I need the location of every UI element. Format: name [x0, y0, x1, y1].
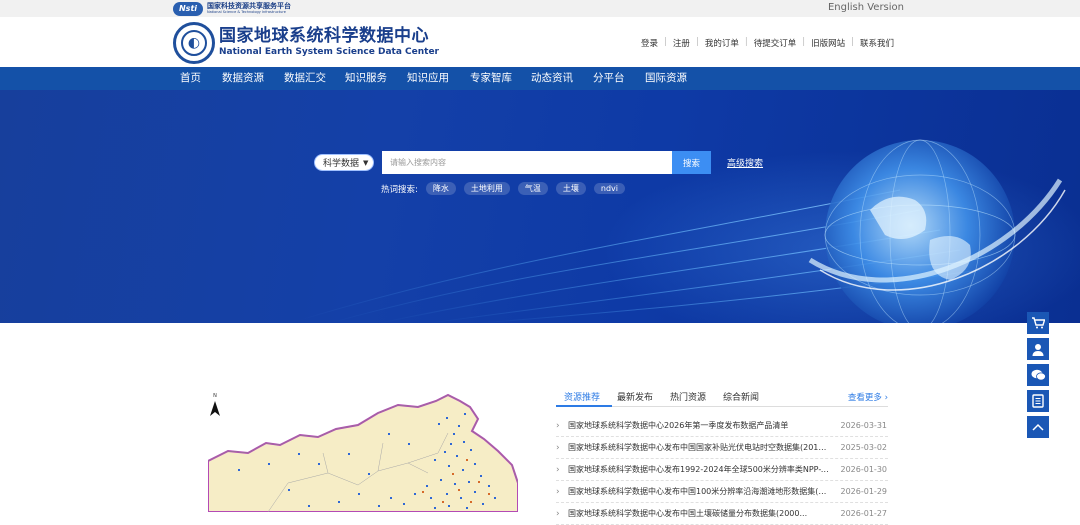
- nav-item-expert-pool[interactable]: 专家智库: [470, 67, 512, 90]
- resource-tabs: 资源推荐 最新发布 热门资源 综合新闻 查看更多 ›: [556, 387, 888, 407]
- nav-item-sub-platforms[interactable]: 分平台: [593, 67, 625, 90]
- site-title[interactable]: 国家地球系统科学数据中心 National Earth System Scien…: [219, 26, 439, 58]
- login-link[interactable]: 登录: [635, 37, 664, 49]
- news-title[interactable]: 国家地球系统科学数据中心发布中国国家补贴光伏电站时空数据集(2012-...: [568, 437, 830, 459]
- chevron-down-icon: ▼: [363, 158, 369, 167]
- advanced-search-link[interactable]: 高级搜索: [727, 156, 763, 169]
- site-title-en: National Earth System Science Data Cente…: [219, 47, 439, 57]
- chevron-right-icon: ›: [556, 465, 560, 475]
- view-more-link[interactable]: 查看更多 ›: [848, 391, 888, 403]
- back-to-top-icon[interactable]: [1027, 416, 1049, 438]
- logo-emblem: ◐: [181, 30, 207, 56]
- news-date: 2026-01-27: [840, 509, 888, 518]
- list-item[interactable]: › 国家地球系统科学数据中心发布中国国家补贴光伏电站时空数据集(2012-...…: [556, 437, 888, 459]
- header-links: 登录 | 注册 | 我的订单 | 待提交订单 | 旧版网站 | 联系我们: [635, 37, 900, 49]
- hot-term-soil[interactable]: 土壤: [555, 182, 586, 195]
- chevron-right-icon: ›: [556, 443, 560, 453]
- user-icon[interactable]: [1027, 338, 1049, 360]
- china-data-map[interactable]: [208, 393, 518, 512]
- nav-item-international[interactable]: 国际资源: [645, 67, 687, 90]
- tab-latest[interactable]: 最新发布: [617, 390, 653, 403]
- news-date: 2026-01-29: [840, 487, 888, 496]
- site-logo-icon[interactable]: ◐: [173, 22, 215, 64]
- news-date: 2026-01-30: [840, 465, 888, 474]
- news-date: 2025-03-02: [840, 443, 888, 452]
- nav-item-knowledge-service[interactable]: 知识服务: [345, 67, 387, 90]
- nav-item-data-submission[interactable]: 数据汇交: [284, 67, 326, 90]
- site-title-cn: 国家地球系统科学数据中心: [219, 26, 429, 46]
- search-category-select[interactable]: 科学数据 ▼: [314, 154, 374, 171]
- nav-item-news[interactable]: 动态资讯: [531, 67, 573, 90]
- chevron-right-icon: ›: [556, 487, 560, 497]
- search-button[interactable]: 搜索: [672, 151, 711, 174]
- news-list: › 国家地球系统科学数据中心2026年第一季度发布数据产品清单 2026-03-…: [556, 415, 888, 525]
- nav-item-home[interactable]: 首页: [180, 67, 201, 90]
- hot-term-temperature[interactable]: 气温: [517, 182, 548, 195]
- news-title[interactable]: 国家地球系统科学数据中心发布1992-2024年全球500米分辨率类NPP-VI…: [568, 459, 830, 481]
- tab-recommended[interactable]: 资源推荐: [564, 390, 600, 403]
- news-title[interactable]: 国家地球系统科学数据中心发布中国土壤碳储量分布数据集(2000...: [568, 503, 830, 525]
- platform-name-en: National Science & Technology Infrastruc…: [207, 9, 286, 14]
- floating-toolbar: [1027, 312, 1049, 442]
- nav-item-data-resources[interactable]: 数据资源: [222, 67, 264, 90]
- chevron-right-icon: ›: [556, 509, 560, 519]
- contact-us-link[interactable]: 联系我们: [854, 37, 900, 49]
- news-title[interactable]: 国家地球系统科学数据中心发布中国100米分辨率沿海潮滩地形数据集(20...: [568, 481, 830, 503]
- nsti-platform-logo[interactable]: Nsti 国家科技资源共享服务平台 National Science & Tec…: [173, 1, 291, 16]
- search-category-label: 科学数据: [323, 159, 360, 169]
- pending-orders-link[interactable]: 待提交订单: [748, 37, 803, 49]
- nav-item-knowledge-application[interactable]: 知识应用: [407, 67, 449, 90]
- nsti-logo-icon: Nsti: [173, 1, 203, 16]
- globe-illustration: [808, 139, 1066, 323]
- book-icon[interactable]: [1027, 390, 1049, 412]
- hot-term-precipitation[interactable]: 降水: [425, 182, 456, 195]
- register-link[interactable]: 注册: [667, 37, 696, 49]
- search-input[interactable]: 请输入搜索内容: [382, 151, 672, 174]
- chevron-right-icon: ›: [556, 421, 560, 431]
- main-nav: 首页 数据资源 数据汇交 知识服务 知识应用 专家智库 动态资讯 分平台 国际资…: [0, 67, 1080, 90]
- hero-banner: 科学数据 ▼ 请输入搜索内容 搜索 高级搜索 热词搜索: 降水 土地利用 气温 …: [0, 90, 1080, 323]
- platform-name-cn: 国家科技资源共享服务平台: [207, 1, 291, 10]
- top-bar: Nsti 国家科技资源共享服务平台 National Science & Tec…: [0, 0, 1080, 17]
- list-item[interactable]: › 国家地球系统科学数据中心2026年第一季度发布数据产品清单 2026-03-…: [556, 415, 888, 437]
- news-date: 2026-03-31: [840, 421, 888, 430]
- wechat-icon[interactable]: [1027, 364, 1049, 386]
- news-title[interactable]: 国家地球系统科学数据中心2026年第一季度发布数据产品清单: [568, 415, 830, 437]
- my-orders-link[interactable]: 我的订单: [699, 37, 745, 49]
- hot-term-ndvi[interactable]: ndvi: [593, 183, 625, 194]
- old-site-link[interactable]: 旧版网站: [805, 37, 851, 49]
- english-version-link[interactable]: English Version: [828, 2, 904, 13]
- tab-general-news[interactable]: 综合新闻: [723, 390, 759, 403]
- list-item[interactable]: › 国家地球系统科学数据中心发布中国土壤碳储量分布数据集(2000... 202…: [556, 503, 888, 525]
- tab-popular[interactable]: 热门资源: [670, 390, 706, 403]
- hot-search-terms: 热词搜索: 降水 土地利用 气温 土壤 ndvi: [381, 182, 625, 195]
- list-item[interactable]: › 国家地球系统科学数据中心发布中国100米分辨率沿海潮滩地形数据集(20...…: [556, 481, 888, 503]
- hot-search-label: 热词搜索:: [381, 184, 418, 195]
- cart-icon[interactable]: [1027, 312, 1049, 334]
- active-tab-indicator: [556, 405, 612, 407]
- list-item[interactable]: › 国家地球系统科学数据中心发布1992-2024年全球500米分辨率类NPP-…: [556, 459, 888, 481]
- site-header: ◐ 国家地球系统科学数据中心 National Earth System Sci…: [0, 17, 1080, 67]
- hot-term-land-use[interactable]: 土地利用: [463, 182, 510, 195]
